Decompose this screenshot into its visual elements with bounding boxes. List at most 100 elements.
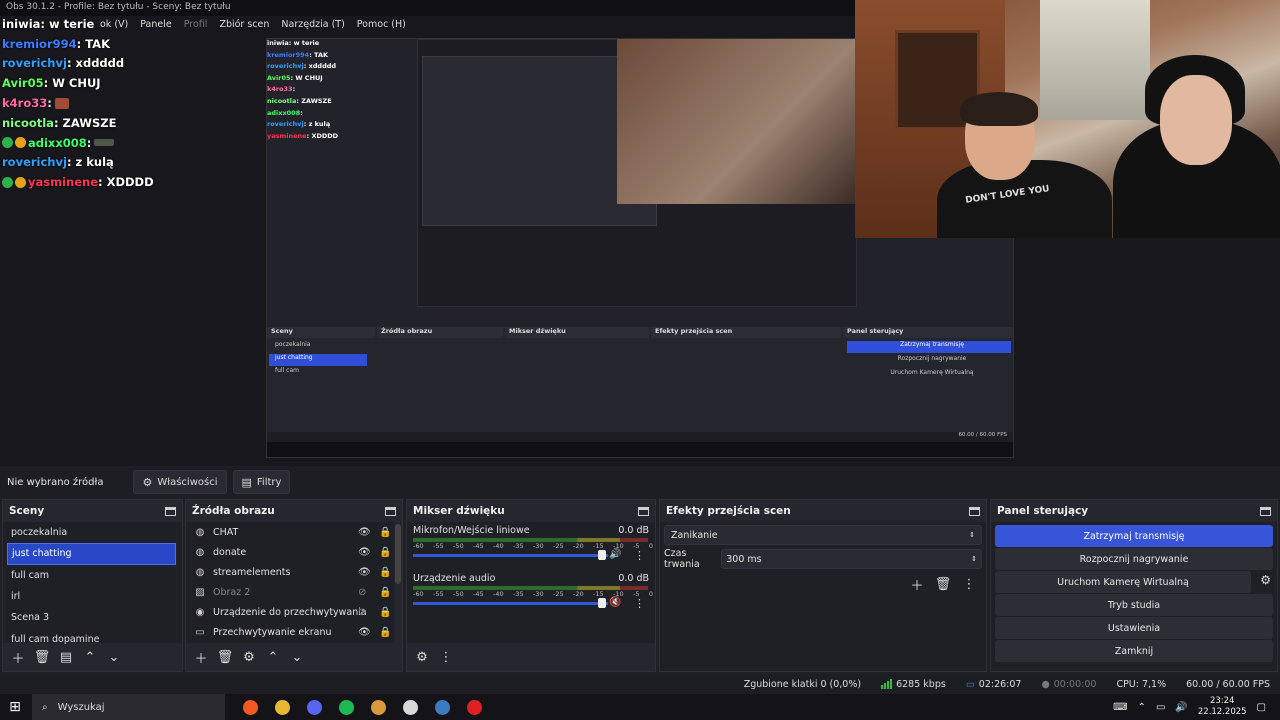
clock[interactable]: 23:24 22.12.2025 [1198, 696, 1247, 718]
more-vertical-icon[interactable]: ⋮ [958, 573, 980, 595]
nested-chat-line: adixx008: [267, 109, 417, 121]
source-item[interactable]: ◉ Urządzenie do przechwytywania wideo⊘ 🔒 [186, 602, 402, 622]
scene-item[interactable]: poczekalnia [3, 522, 182, 543]
undock-icon[interactable] [165, 506, 176, 516]
muted-speaker-icon[interactable]: 🔇 [609, 597, 621, 608]
chevron-down-icon[interactable]: ⌄ [286, 646, 308, 668]
program-preview[interactable]: Obs 30.1.2 - Profile: Bez tytułu - Sceny… [0, 0, 1280, 466]
scene-item[interactable]: Scena 3 [3, 607, 182, 628]
undock-icon[interactable] [385, 506, 396, 516]
chevron-up-icon[interactable]: ⌃ [262, 646, 284, 668]
source-item[interactable]: ◍ streamelements 👁 🔒 [186, 562, 402, 582]
menu-item-help[interactable]: Pomoc (H) [357, 19, 406, 30]
notifications-icon[interactable]: ▢ [1257, 702, 1266, 713]
advanced-audio-icon[interactable]: ⚙ [411, 646, 433, 668]
eye-off-icon[interactable]: ⊘ [358, 607, 366, 618]
nested-chat-line: yasminene: XDDDD [267, 132, 417, 144]
eye-off-icon[interactable]: ⊘ [358, 587, 366, 598]
files-taskbar-button[interactable] [269, 696, 295, 718]
lock-icon[interactable]: 🔒 [379, 627, 391, 638]
trash-icon[interactable]: 🗑 [214, 646, 236, 668]
trash-icon[interactable]: 🗑 [31, 646, 53, 668]
lock-icon[interactable]: 🔒 [379, 567, 391, 578]
nested-chat-user: iniwia [267, 39, 289, 47]
eye-icon[interactable]: 👁 [358, 527, 371, 538]
speaker-icon[interactable]: 🔊 [609, 549, 621, 560]
youtube-taskbar-button[interactable] [461, 696, 487, 718]
chevron-down-icon[interactable]: ⌄ [103, 646, 125, 668]
context-toolbar: Nie wybrano źródła ⚙ Właściwości ▤ Filtr… [0, 466, 1280, 498]
properties-button[interactable]: ⚙ Właściwości [133, 470, 227, 494]
meter-tick: -50 [453, 542, 464, 550]
network-icon[interactable]: ▭ [1156, 702, 1165, 713]
lock-icon[interactable]: 🔒 [379, 547, 391, 558]
windows-start-icon[interactable]: ⊞ [0, 694, 30, 720]
scene-item[interactable]: just chatting [7, 543, 176, 565]
source-item[interactable]: ◍ CHAT 👁 🔒 [186, 522, 402, 542]
nested-chat-text: : z kulą [303, 120, 331, 129]
discord-taskbar-button[interactable] [301, 696, 327, 718]
channel-level: 0.0 dB [618, 573, 649, 584]
meter-tick: -60 [413, 542, 424, 550]
steam-taskbar-button[interactable] [429, 696, 455, 718]
volume-slider[interactable] [413, 554, 608, 557]
control-button[interactable]: Tryb studia [995, 594, 1273, 616]
undock-icon[interactable] [969, 506, 980, 516]
scene-item[interactable]: irl [3, 586, 182, 607]
chat-text: : z kulą [66, 155, 114, 170]
lock-icon[interactable]: 🔒 [379, 587, 391, 598]
chat-text: : TAK [76, 36, 110, 51]
chevron-up-icon[interactable]: ⌃ [79, 646, 101, 668]
source-item[interactable]: ◍ donate 👁 🔒 [186, 542, 402, 562]
trash-icon[interactable]: 🗑 [932, 573, 954, 595]
more-vertical-icon[interactable]: ⋮ [634, 549, 645, 562]
keyboard-icon[interactable]: ⌨ [1113, 702, 1127, 713]
eye-icon[interactable]: 👁 [358, 627, 371, 638]
chat-message: Avir05: W CHUJ [2, 73, 264, 93]
stream-icon: ▭ [965, 678, 975, 690]
transition-select[interactable]: Zanikanie ⇕ [664, 525, 982, 545]
source-item[interactable]: ▭ Przechwytywanie ekranu 👁 🔒 [186, 622, 402, 642]
gear-icon[interactable]: ⚙ [238, 646, 260, 668]
taskbar-search[interactable]: ⌕ Wyszukaj [32, 694, 225, 720]
control-button[interactable]: Zamknij [995, 640, 1273, 662]
brave-icon [242, 699, 258, 715]
obs-taskbar-button[interactable] [397, 696, 423, 718]
duration-label: Czas trwania [664, 548, 700, 570]
spotify-taskbar-button[interactable] [333, 696, 359, 718]
undock-icon[interactable] [1260, 506, 1271, 516]
eye-icon[interactable]: 👁 [358, 567, 371, 578]
filter-icon[interactable]: ▤ [55, 646, 77, 668]
menu-item-tools[interactable]: Narzędzia (T) [281, 19, 344, 30]
more-vertical-icon[interactable]: ⋮ [634, 597, 645, 610]
volume-icon[interactable]: 🔊 [1175, 702, 1187, 713]
undock-icon[interactable] [638, 506, 649, 516]
folder-taskbar-button[interactable] [365, 696, 391, 718]
nested-docks: Sceny Źródła obrazu Mikser dźwięku Efekt… [267, 327, 1013, 433]
filters-button[interactable]: ▤ Filtry [232, 470, 291, 494]
volume-slider[interactable] [413, 602, 608, 605]
control-button[interactable]: Uruchom Kamerę Wirtualną [995, 571, 1251, 593]
chevron-up-icon[interactable]: ⌃ [1138, 702, 1146, 713]
lock-icon[interactable]: 🔒 [379, 527, 391, 538]
gear-icon[interactable]: ⚙ [1260, 573, 1271, 587]
lock-icon[interactable]: 🔒 [379, 607, 391, 618]
control-button[interactable]: Ustawienia [995, 617, 1273, 639]
add-scene-icon[interactable]: ＋ [7, 646, 29, 668]
more-vertical-icon[interactable]: ⋮ [435, 646, 457, 668]
control-button[interactable]: Zatrzymaj transmisję [995, 525, 1273, 547]
brave-taskbar-button[interactable] [237, 696, 263, 718]
channel-name: Mikrofon/Wejście liniowe [413, 525, 530, 536]
add-source-icon[interactable]: ＋ [190, 646, 212, 668]
no-source-label: Nie wybrano źródła [7, 476, 104, 488]
scene-item[interactable]: full cam [3, 565, 182, 586]
files-icon [274, 699, 290, 715]
volume-slider-handle[interactable] [598, 598, 606, 608]
source-item[interactable]: ▨ Obraz 2 ⊘ 🔒 [186, 582, 402, 602]
volume-slider-handle[interactable] [598, 550, 606, 560]
control-button[interactable]: Rozpocznij nagrywanie [995, 548, 1273, 570]
duration-spinbox[interactable]: 300 ms ⇕ [721, 549, 982, 569]
eye-icon[interactable]: 👁 [358, 547, 371, 558]
add-transition-icon[interactable]: ＋ [906, 573, 928, 595]
updown-icon[interactable]: ⇕ [971, 555, 977, 563]
